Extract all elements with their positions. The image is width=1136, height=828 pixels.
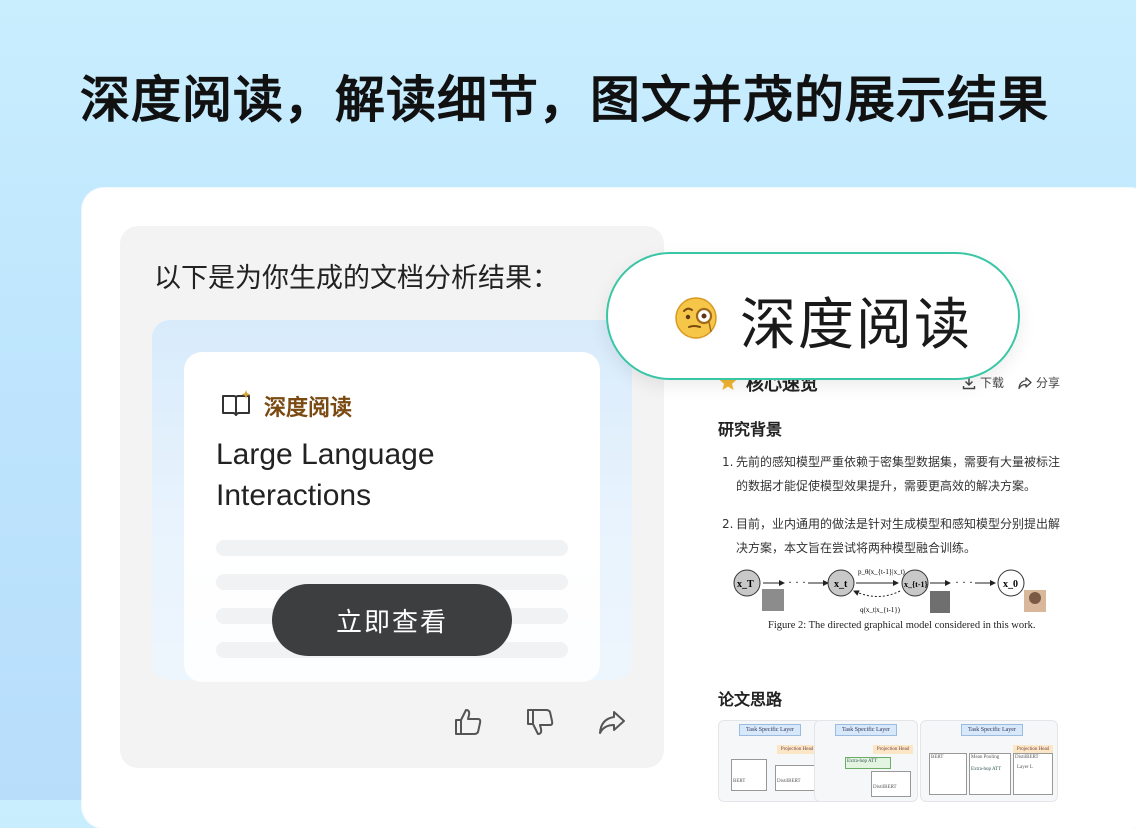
pill-label: 深度阅读 [740, 293, 972, 358]
share-icon[interactable] [594, 704, 630, 740]
download-label: 下载 [980, 376, 1005, 390]
thumbs-up-icon[interactable] [450, 704, 486, 740]
figure-backward-label: q(x_t|x_{t-1}) [860, 606, 901, 614]
thumbs-down-icon[interactable] [522, 704, 558, 740]
approach-thumbnails: Task Specific Layer Projection Head BERT… [718, 720, 1064, 802]
deep-reading-pill: 深度阅读 [606, 252, 1020, 380]
architecture-thumbnail[interactable]: Task Specific Layer Projection Head BERT… [920, 720, 1058, 802]
doc-badge: 深度阅读 [220, 390, 352, 422]
list-item: 1. 先前的感知模型严重依赖于密集型数据集，需要有大量被标注的数据才能促使模型效… [722, 455, 1061, 493]
view-now-button[interactable]: 立即查看 [272, 584, 512, 656]
share-label: 分享 [1036, 376, 1061, 390]
architecture-thumbnail[interactable]: Task Specific Layer Projection Head BERT… [718, 720, 822, 802]
figure-forward-label: p_θ(x_{t-1}|x_t) [858, 568, 906, 576]
hero-title: 深度阅读，解读细节，图文并茂的展示结果 [80, 71, 1049, 129]
share-icon [1018, 376, 1032, 389]
partial-noise-image [930, 591, 950, 613]
message-actions [450, 704, 650, 744]
architecture-thumbnail[interactable]: Task Specific Layer Projection Head Extr… [814, 720, 918, 802]
svg-text:· · ·: · · · [788, 575, 806, 589]
share-button[interactable]: 分享 [1018, 374, 1060, 391]
skeleton-line [216, 540, 568, 556]
svg-text:· · ·: · · · [955, 575, 973, 589]
chat-intro-text: 以下是为你生成的文档分析结果： [154, 263, 559, 294]
list-item: 2. 目前，业内通用的做法是针对生成模型和感知模型分别提出解决方案，本文旨在尝试… [722, 517, 1061, 555]
figure-node-label: x_{t-1} [904, 580, 928, 589]
figure-node-label: x_0 [1003, 579, 1018, 590]
figure-node-label: x_t [834, 579, 848, 590]
figure-caption: Figure 2: The directed graphical model c… [768, 620, 1036, 631]
figure-node-label: x_T [737, 579, 754, 590]
section-title-background: 研究背景 [718, 420, 783, 439]
doc-badge-label: 深度阅读 [264, 396, 353, 421]
doc-title: Large Language Interactions [216, 438, 435, 512]
section-title-approach: 论文思路 [718, 690, 783, 709]
background-list: 1. 先前的感知模型严重依赖于密集型数据集，需要有大量被标注的数据才能促使模型效… [722, 450, 1067, 574]
book-sparkle-icon [220, 390, 252, 422]
noise-image [762, 589, 784, 611]
monocle-face-icon [672, 294, 720, 342]
